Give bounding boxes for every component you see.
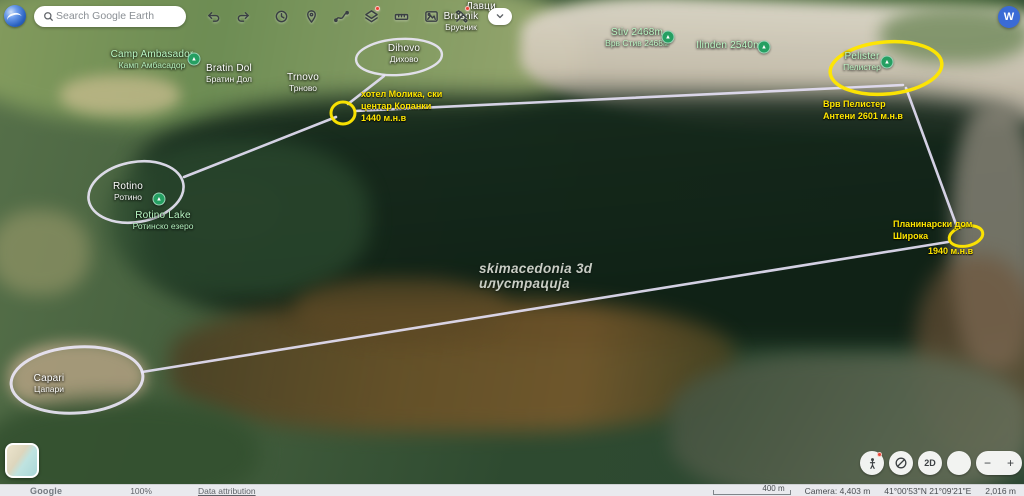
terrain-elevation: 2,016 m xyxy=(985,486,1016,496)
note-molika: хотел Молика, скицентар Копанки1440 м.н.… xyxy=(361,88,442,124)
poi-stiv[interactable]: Stiv 2468mВрв Стив 2468м xyxy=(605,27,669,48)
note-shiroka-line-2: Широка xyxy=(893,230,972,242)
compass-button[interactable] xyxy=(889,451,913,475)
map-controls: 2D − + xyxy=(860,451,1022,475)
2d-toggle-button[interactable]: 2D xyxy=(918,451,942,475)
note-pelister: Врв ПелистерАнтени 2601 м.н.в xyxy=(823,98,903,122)
poi-rotino-lake-name: Rotino Lake xyxy=(133,210,194,221)
measure-icon[interactable] xyxy=(390,5,412,27)
label-capari-name: Capari xyxy=(34,373,65,384)
poi-camp-ambasador-pin-icon[interactable]: ▲ xyxy=(188,53,201,66)
poi-ilinden-pin-icon[interactable]: ▲ xyxy=(758,41,771,54)
poi-pelister-name: Pelister xyxy=(843,51,881,62)
label-trnovo-subtitle: Трново xyxy=(287,83,319,93)
poi-rotino-lake-pin-icon[interactable]: ▲ xyxy=(153,193,166,206)
google-logo: Google xyxy=(30,486,62,496)
poi-pelister[interactable]: PelisterПелистер xyxy=(843,51,881,72)
north-up-button[interactable] xyxy=(947,451,971,475)
status-right-group: 400 m Camera: 4,403 m 41°00'53"N 21°09'2… xyxy=(713,486,1016,496)
poi-camp-ambasador[interactable]: Camp AmbasadorКамп Амбасадор xyxy=(111,49,194,70)
tools-notification-dot xyxy=(465,6,470,11)
undo-button[interactable] xyxy=(202,5,224,27)
label-trnovo-name: Trnovo xyxy=(287,72,319,83)
scale-widget: 400 m xyxy=(713,486,791,496)
layers-icon[interactable] xyxy=(360,5,382,27)
label-trnovo[interactable]: TrnovoТрново xyxy=(287,72,319,93)
pegman-notification-dot xyxy=(877,452,882,457)
poi-stiv-pin-icon[interactable]: ▲ xyxy=(662,31,675,44)
zoom-out-button[interactable]: − xyxy=(984,457,991,469)
redo-button[interactable] xyxy=(232,5,254,27)
pegman-button[interactable] xyxy=(860,451,884,475)
poi-stiv-subtitle: Врв Стив 2468м xyxy=(605,38,669,48)
poi-pelister-subtitle: Пелистер xyxy=(843,62,881,72)
label-dihovo-name: Dihovo xyxy=(388,43,420,54)
poi-stiv-name: Stiv 2468m xyxy=(605,27,669,38)
status-bar: Google 100% Data attribution 400 m Camer… xyxy=(0,484,1024,496)
poi-camp-ambasador-name: Camp Ambasador xyxy=(111,49,194,60)
data-attribution-link[interactable]: Data attribution xyxy=(198,486,256,496)
note-shiroka-altitude-line-1: 1940 м.н.в xyxy=(928,245,973,257)
map-inset-thumbnail[interactable] xyxy=(5,443,39,478)
poi-ilinden-name: Ilinden 2540m xyxy=(696,40,761,51)
poi-rotino-lake[interactable]: Rotino LakeРотинско езеро xyxy=(133,210,194,231)
map-viewport[interactable]: ЛавциBrusnikБрусникBratin DolБратин ДолT… xyxy=(0,0,1024,484)
poi-pelister-pin-icon[interactable]: ▲ xyxy=(881,56,894,69)
2d-toggle-label: 2D xyxy=(924,458,936,468)
zoom-control: − + xyxy=(976,451,1022,475)
label-bratin-dol-subtitle: Братин Дол xyxy=(206,74,252,84)
label-rotino-subtitle: Ротино xyxy=(113,192,143,202)
note-molika-line-2: центар Копанки xyxy=(361,100,442,112)
label-dihovo-subtitle: Дихово xyxy=(388,54,420,64)
label-capari[interactable]: CapariЦапари xyxy=(34,373,65,394)
note-shiroka-altitude: 1940 м.н.в xyxy=(928,245,973,257)
pegman-icon xyxy=(866,457,879,470)
google-earth-window: ЛавциBrusnikБрусникBratin DolБратин ДолT… xyxy=(0,0,1024,496)
tools-icon[interactable] xyxy=(450,5,472,27)
label-rotino-name: Rotino xyxy=(113,181,143,192)
draw-path-icon[interactable] xyxy=(330,5,352,27)
wikipedia-extension-badge[interactable]: W xyxy=(998,6,1020,28)
label-dihovo[interactable]: DihovoДихово xyxy=(388,43,420,64)
wikipedia-badge-label: W xyxy=(1004,11,1014,23)
label-rotino[interactable]: RotinoРотино xyxy=(113,181,143,202)
label-capari-subtitle: Цапари xyxy=(34,384,65,394)
label-bratin-dol-name: Bratin Dol xyxy=(206,63,252,74)
zoom-in-button[interactable]: + xyxy=(1007,457,1014,469)
note-pelister-line-2: Антени 2601 м.н.в xyxy=(823,110,903,122)
watermark-line2: илустрација xyxy=(479,276,592,291)
watermark: skimacedonia 3d илустрација xyxy=(479,261,592,291)
camera-altitude: Camera: 4,403 m xyxy=(805,486,871,496)
note-molika-line-3: 1440 м.н.в xyxy=(361,112,442,124)
watermark-line1: skimacedonia 3d xyxy=(479,261,592,276)
zoom-percentage: 100% xyxy=(130,486,152,496)
note-shiroka-line-1: Планинарски дом xyxy=(893,218,972,230)
layers-notification-dot xyxy=(375,6,380,11)
photos-icon[interactable] xyxy=(420,5,442,27)
note-molika-line-1: хотел Молика, ски xyxy=(361,88,442,100)
search-input[interactable] xyxy=(54,9,172,23)
toolbar-collapse-button[interactable] xyxy=(488,8,512,25)
poi-camp-ambasador-subtitle: Камп Амбасадор xyxy=(111,60,194,70)
search-icon xyxy=(43,11,54,22)
scale-bar xyxy=(713,490,791,495)
note-shiroka: Планинарски домШирока xyxy=(893,218,972,242)
historical-imagery-icon[interactable] xyxy=(270,5,292,27)
label-layer: ЛавциBrusnikБрусникBratin DolБратин ДолT… xyxy=(0,0,1024,484)
poi-rotino-lake-subtitle: Ротинско езеро xyxy=(133,221,194,231)
poi-ilinden[interactable]: Ilinden 2540m xyxy=(696,40,761,51)
compass-icon xyxy=(894,456,908,470)
placemark-icon[interactable] xyxy=(300,5,322,27)
top-toolbar xyxy=(4,4,512,28)
cursor-coordinates: 41°00'53"N 21°09'21"E xyxy=(884,486,971,496)
note-pelister-line-1: Врв Пелистер xyxy=(823,98,903,110)
google-earth-logo[interactable] xyxy=(4,5,26,27)
label-bratin-dol[interactable]: Bratin DolБратин Дол xyxy=(206,63,252,84)
search-bar[interactable] xyxy=(34,6,186,27)
